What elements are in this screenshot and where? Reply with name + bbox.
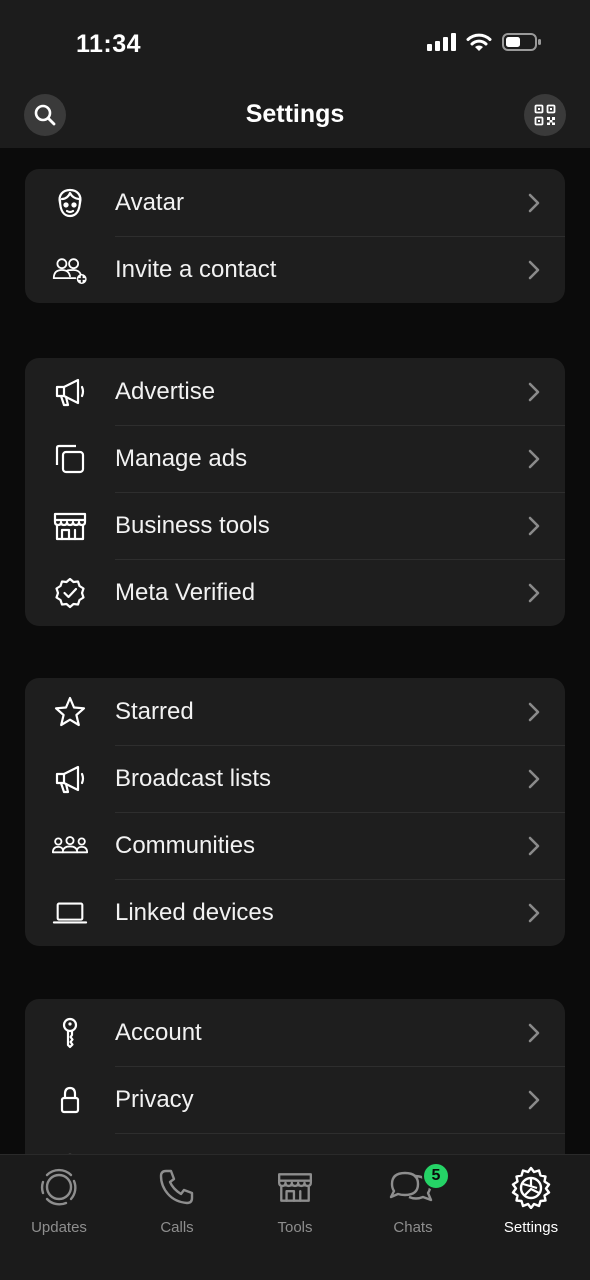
chevron-right-icon xyxy=(528,1023,540,1042)
settings-item-privacy[interactable]: Privacy xyxy=(25,1066,565,1133)
settings-item-label: Manage ads xyxy=(115,444,248,472)
page-title: Settings xyxy=(245,100,345,128)
avatar-icon xyxy=(52,185,88,221)
tab-calls[interactable]: Calls xyxy=(118,1165,236,1236)
status-bar: 11:34 xyxy=(0,0,590,86)
settings-item-account[interactable]: Account xyxy=(25,999,565,1066)
storefront-icon xyxy=(278,1173,312,1202)
settings-item-label: Invite a contact xyxy=(115,255,277,283)
chevron-right-icon xyxy=(528,702,540,721)
settings-item-invite-contact[interactable]: Invite a contact xyxy=(25,236,565,303)
megaphone-icon xyxy=(52,761,88,797)
key-icon xyxy=(52,1015,88,1051)
settings-group-messaging: Starred Broadcast lists Communities Link… xyxy=(25,678,565,946)
settings-item-label: Linked devices xyxy=(115,898,274,926)
tab-label: Chats xyxy=(393,1219,433,1236)
settings-item-label: Account xyxy=(115,1018,202,1046)
phone-icon xyxy=(159,1169,194,1205)
tab-chats[interactable]: 5 Chats xyxy=(354,1162,472,1236)
verified-badge-icon xyxy=(52,575,88,611)
chevron-right-icon xyxy=(528,836,540,855)
battery-icon xyxy=(502,33,541,51)
tab-label: Tools xyxy=(277,1219,313,1236)
megaphone-icon xyxy=(52,374,88,410)
qr-code-icon xyxy=(534,104,556,126)
settings-item-linked-devices[interactable]: Linked devices xyxy=(25,879,565,946)
header: Settings xyxy=(0,86,590,148)
cellular-signal-icon xyxy=(427,33,456,51)
settings-item-meta-verified[interactable]: Meta Verified xyxy=(25,559,565,626)
settings-item-label: Starred xyxy=(115,697,194,725)
status-time: 11:34 xyxy=(76,30,142,58)
settings-item-manage-ads[interactable]: Manage ads xyxy=(25,425,565,492)
settings-group-avatar: Avatar Invite a contact xyxy=(25,169,565,303)
chevron-right-icon xyxy=(528,903,540,922)
settings-screen: 11:34 Settings Avatar Invite a contact A… xyxy=(0,0,590,1280)
status-icons xyxy=(427,32,542,52)
settings-item-label: Business tools xyxy=(115,511,270,539)
tab-label: Calls xyxy=(160,1219,194,1236)
settings-item-broadcast-lists[interactable]: Broadcast lists xyxy=(25,745,565,812)
chevron-right-icon xyxy=(528,583,540,602)
settings-item-label: Meta Verified xyxy=(115,578,256,606)
manage-ads-icon xyxy=(52,441,88,477)
qr-code-button[interactable] xyxy=(524,94,566,136)
storefront-icon xyxy=(52,508,88,544)
tab-tools[interactable]: Tools xyxy=(236,1165,354,1236)
star-icon xyxy=(52,694,88,730)
settings-item-label: Advertise xyxy=(115,377,216,405)
settings-item-advertise[interactable]: Advertise xyxy=(25,358,565,425)
settings-item-starred[interactable]: Starred xyxy=(25,678,565,745)
settings-item-label: Privacy xyxy=(115,1085,194,1113)
chevron-right-icon xyxy=(528,260,540,279)
settings-gear-icon xyxy=(511,1166,551,1209)
settings-group-business: Advertise Manage ads Business tools Meta… xyxy=(25,358,565,626)
settings-list[interactable]: Avatar Invite a contact Advertise Manage… xyxy=(0,148,590,1154)
settings-group-account: Account Privacy xyxy=(25,999,565,1154)
tab-bar: Updates Calls Tools 5 Chats Settings xyxy=(0,1154,590,1280)
settings-item-communities[interactable]: Communities xyxy=(25,812,565,879)
tab-settings[interactable]: Settings xyxy=(472,1165,590,1236)
communities-icon xyxy=(52,828,88,864)
chevron-right-icon xyxy=(528,193,540,212)
settings-item-label: Broadcast lists xyxy=(115,764,272,792)
chevron-right-icon xyxy=(528,382,540,401)
invite-contact-icon xyxy=(52,252,88,288)
settings-item-label: Avatar xyxy=(115,188,184,216)
tab-label: Settings xyxy=(503,1219,559,1236)
tab-updates[interactable]: Updates xyxy=(0,1165,118,1236)
settings-item-partial[interactable] xyxy=(25,1133,565,1154)
wifi-icon xyxy=(466,33,492,51)
unread-badge: 5 xyxy=(422,1162,450,1190)
tab-label: Updates xyxy=(31,1219,87,1236)
settings-item-label: Communities xyxy=(115,831,256,859)
settings-item-business-tools[interactable]: Business tools xyxy=(25,492,565,559)
chevron-right-icon xyxy=(528,1090,540,1109)
lock-icon xyxy=(52,1082,88,1118)
laptop-icon xyxy=(52,895,88,931)
chevron-right-icon xyxy=(528,449,540,468)
chevron-right-icon xyxy=(528,516,540,535)
chevron-right-icon xyxy=(528,769,540,788)
settings-item-avatar[interactable]: Avatar xyxy=(25,169,565,236)
updates-icon xyxy=(40,1168,77,1206)
